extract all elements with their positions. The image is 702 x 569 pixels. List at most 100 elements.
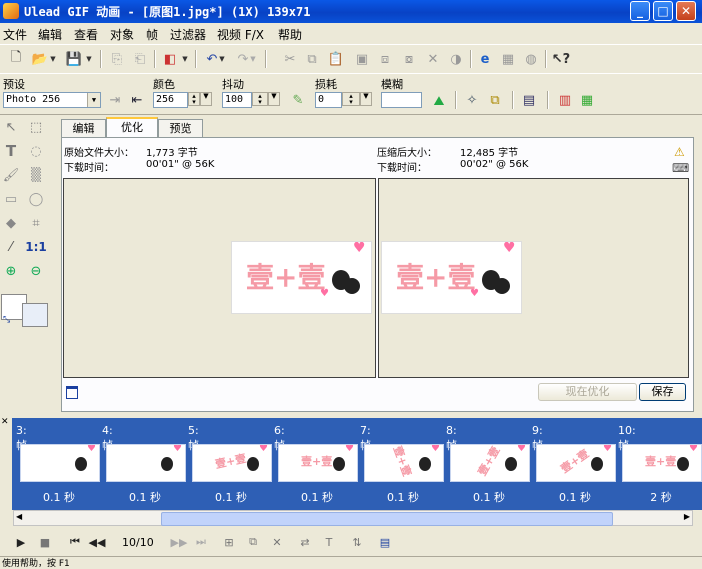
lossy-spinner[interactable]: ▴ ▾ [342, 92, 360, 106]
dither-input[interactable]: 100 [222, 92, 252, 108]
duplicate-frame-icon[interactable]: ⧉ [244, 533, 262, 551]
banner-text-icon[interactable]: T [320, 533, 338, 551]
color-bars-icon[interactable]: ▦ [578, 91, 596, 109]
marquee-tool-icon[interactable]: ⬚ [26, 117, 46, 137]
scroll-right-icon[interactable]: ▶ [684, 512, 690, 521]
next-frame-icon[interactable]: ▶▶ [170, 533, 188, 551]
colors-spinner[interactable]: ▴ ▾ [188, 92, 200, 106]
last-frame-icon[interactable]: ⏭ [192, 533, 210, 551]
close-panel-icon[interactable]: ✕ [1, 417, 9, 427]
play-icon[interactable]: ▶ [12, 533, 30, 551]
copy-icon[interactable]: ⧉ [303, 50, 321, 68]
cut-icon[interactable]: ✂ [281, 50, 299, 68]
menu-help[interactable]: 帮助 [278, 26, 302, 43]
reverse-frames-icon[interactable]: ⇅ [348, 533, 366, 551]
tab-preview[interactable]: 预览 [158, 119, 203, 137]
background-color-swatch[interactable] [22, 303, 48, 327]
zoom-in-icon[interactable]: ⊕ [1, 261, 21, 281]
save-icon[interactable]: 💾 [65, 50, 83, 68]
import-icon[interactable]: ⎘ [108, 50, 126, 68]
frame-thumbnail[interactable]: 壹+壹♥ [106, 444, 186, 482]
frame-delay[interactable]: 0.1 秒 [530, 489, 620, 505]
dither-spinner[interactable]: ▴ ▾ [252, 92, 268, 106]
frame-delay[interactable]: 0.1 秒 [358, 489, 448, 505]
web-globe-icon[interactable]: ◍ [522, 50, 540, 68]
eyedropper-tool-icon[interactable]: ⁄ [1, 237, 21, 257]
swap-colors-icon[interactable]: ⤡ [3, 315, 10, 325]
frame-delay[interactable]: 0.1 秒 [186, 489, 276, 505]
frame-thumbnail[interactable]: 壹+壹♥ [450, 444, 530, 482]
frame-thumbnail[interactable]: 壹+壹♥ [278, 444, 358, 482]
menu-video-fx[interactable]: 视频 F/X [217, 26, 264, 43]
minimize-button[interactable]: _ [630, 1, 650, 21]
actual-size-tool[interactable]: 1:1 [25, 237, 47, 257]
resize-icon[interactable]: ⧇ [400, 50, 418, 68]
open-folder-icon[interactable]: 📂 [31, 50, 49, 68]
frame-thumbnail[interactable]: 壹+壹♥ [536, 444, 616, 482]
menu-view[interactable]: 查看 [74, 26, 98, 43]
fill-tool-icon[interactable]: ◆ [1, 213, 21, 233]
brush-tool-icon[interactable]: 🖌 [1, 165, 21, 185]
crop-icon[interactable]: ▣ [353, 50, 371, 68]
colors-dropdown-icon[interactable]: ▼ [200, 92, 212, 106]
dither-options-icon[interactable]: ✎ [289, 91, 307, 109]
frame-delay[interactable]: 2 秒 [616, 489, 702, 505]
save-dropdown-icon[interactable]: ▼ [84, 50, 94, 68]
modem-speed-icon[interactable]: ⌨ [672, 161, 689, 175]
redo-dropdown-icon[interactable]: ▼ [248, 50, 258, 68]
clone-tool-icon[interactable]: ▒ [26, 165, 46, 185]
window-view-icon[interactable] [66, 386, 78, 399]
preview-dropdown-icon[interactable]: ▼ [180, 50, 190, 68]
warning-icon[interactable]: ⚠ [674, 145, 685, 159]
previous-frame-icon[interactable]: ◀◀ [88, 533, 106, 551]
first-frame-icon[interactable]: ⏮ [66, 533, 84, 551]
color-table-icon[interactable]: ▥ [556, 91, 574, 109]
frame-delay[interactable]: 0.1 秒 [14, 489, 104, 505]
context-help-icon[interactable]: ↖? [552, 50, 570, 68]
dither-dropdown-icon[interactable]: ▼ [268, 92, 280, 106]
maximize-button[interactable]: □ [653, 1, 673, 21]
web-export-icon[interactable]: ▦ [499, 50, 517, 68]
close-button[interactable]: ✕ [676, 1, 696, 21]
crop-tool-icon[interactable]: ⌗ [26, 213, 46, 233]
preset-select[interactable]: Photo 256 ▼ [3, 92, 101, 108]
text-tool-icon[interactable]: T [1, 141, 21, 161]
frame-thumbnail[interactable]: 壹+壹♥ [364, 444, 444, 482]
lasso-tool-icon[interactable]: ◌ [26, 141, 46, 161]
colors-input[interactable]: 256 [153, 92, 188, 108]
frame-thumbnail[interactable]: 壹+壹♥ [622, 444, 702, 482]
save-button[interactable]: 保存 [639, 383, 686, 401]
frame-delay[interactable]: 0.1 秒 [272, 489, 362, 505]
wizard-icon[interactable]: ✧ [463, 91, 481, 109]
new-file-icon[interactable]: 🗋 [7, 50, 25, 68]
frame-delay[interactable]: 0.1 秒 [100, 489, 190, 505]
scrollbar-thumb[interactable] [161, 512, 613, 526]
undo-dropdown-icon[interactable]: ▼ [217, 50, 227, 68]
stop-icon[interactable]: ■ [36, 533, 54, 551]
internet-explorer-icon[interactable]: e [476, 50, 494, 68]
pointer-tool-icon[interactable]: ↖ [1, 117, 21, 137]
export-icon[interactable]: ⎗ [131, 50, 149, 68]
frame-thumbnail[interactable]: 壹+壹♥ [192, 444, 272, 482]
menu-filter[interactable]: 过滤器 [170, 26, 206, 43]
delete-icon[interactable]: ✕ [424, 50, 442, 68]
tab-edit[interactable]: 编辑 [61, 119, 106, 137]
shape-tool-icon[interactable]: ◯ [26, 189, 46, 209]
browser-preview-icon[interactable]: ◧ [161, 50, 179, 68]
frame-thumbnail[interactable]: 壹+壹♥ [20, 444, 100, 482]
optimize-now-button[interactable]: 现在优化 [538, 383, 637, 401]
open-dropdown-icon[interactable]: ▼ [48, 50, 58, 68]
lossy-dropdown-icon[interactable]: ▼ [360, 92, 372, 106]
lossy-input[interactable]: 0 [315, 92, 342, 108]
menu-frame[interactable]: 帧 [146, 26, 158, 43]
tab-optimize[interactable]: 优化 [106, 117, 158, 137]
menu-object[interactable]: 对象 [110, 26, 134, 43]
save-preset-icon[interactable]: ⇥ [106, 91, 124, 109]
palette-icon[interactable]: ▤ [520, 91, 538, 109]
color-fill-icon[interactable]: ◑ [447, 50, 465, 68]
frame-scrollbar[interactable]: ◀ ▶ [13, 510, 693, 526]
frame-delay[interactable]: 0.1 秒 [444, 489, 534, 505]
menu-edit[interactable]: 编辑 [38, 26, 62, 43]
color-picker-icon[interactable]: ⛰ [430, 92, 448, 110]
menu-file[interactable]: 文件 [3, 26, 27, 43]
